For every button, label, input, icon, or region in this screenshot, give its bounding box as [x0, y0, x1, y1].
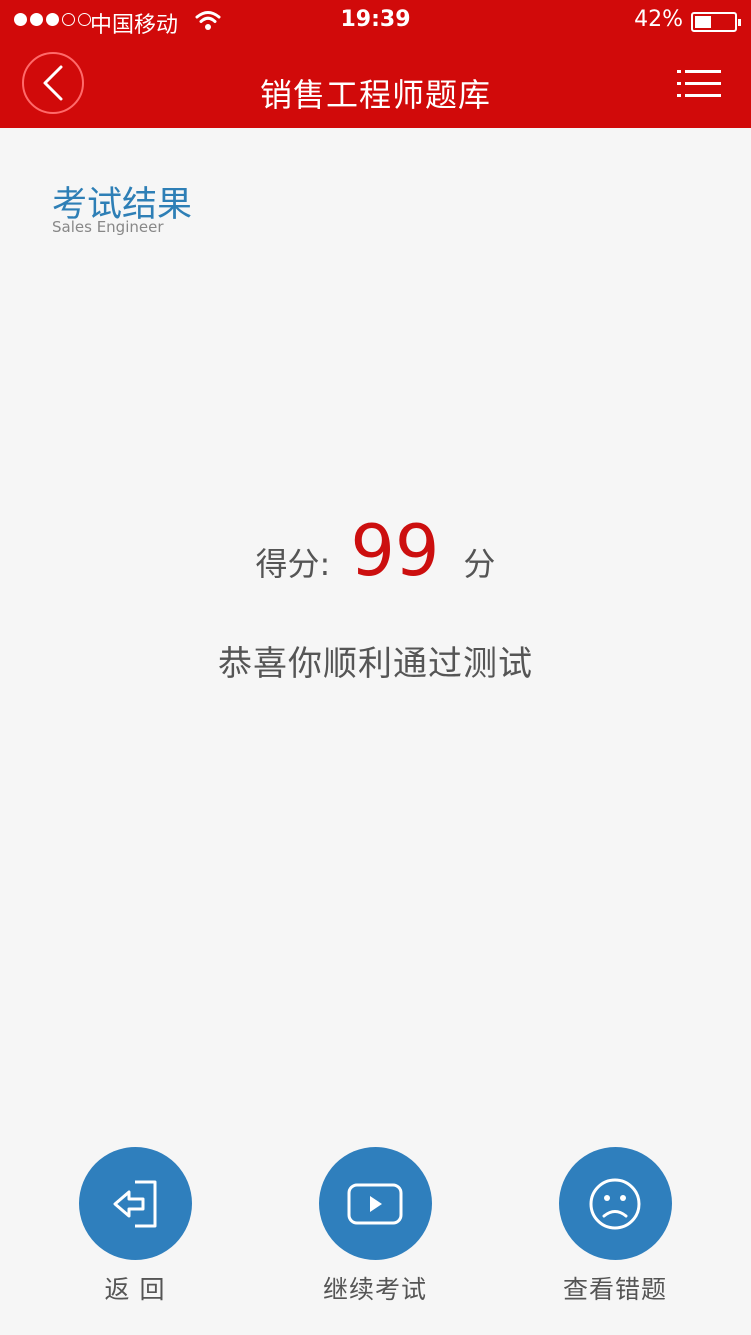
view-mistakes-button[interactable]: 查看错题: [525, 1147, 705, 1306]
score-unit: 分: [463, 545, 496, 583]
score-display: 得分: 99 分: [0, 516, 751, 586]
exit-arrow-icon: [113, 1180, 157, 1227]
status-bar: 中国移动 19:39 42%: [0, 0, 751, 42]
return-button-label: 返 回: [104, 1275, 166, 1304]
score-value: 99: [350, 510, 440, 592]
list-menu-icon: [677, 70, 721, 97]
sad-face-icon: [589, 1178, 641, 1229]
battery-icon: [691, 12, 741, 32]
section-subtitle: Sales Engineer: [52, 218, 164, 236]
view-mistakes-button-label: 查看错题: [562, 1275, 667, 1304]
battery-percentage: 42%: [634, 7, 683, 32]
menu-button[interactable]: [677, 68, 721, 100]
continue-exam-button-circle[interactable]: [318, 1147, 432, 1260]
return-button[interactable]: 返 回: [45, 1147, 225, 1306]
return-button-circle[interactable]: [78, 1147, 192, 1260]
continue-exam-button-label: 继续考试: [322, 1275, 427, 1304]
view-mistakes-button-circle[interactable]: [558, 1147, 672, 1260]
continue-exam-button[interactable]: 继续考试: [285, 1147, 465, 1306]
play-icon: [347, 1183, 403, 1224]
navigation-bar: 销售工程师题库: [0, 42, 751, 128]
page-title: 销售工程师题库: [259, 76, 491, 114]
score-label: 得分:: [255, 545, 331, 583]
result-message: 恭喜你顺利通过测试: [218, 644, 533, 684]
